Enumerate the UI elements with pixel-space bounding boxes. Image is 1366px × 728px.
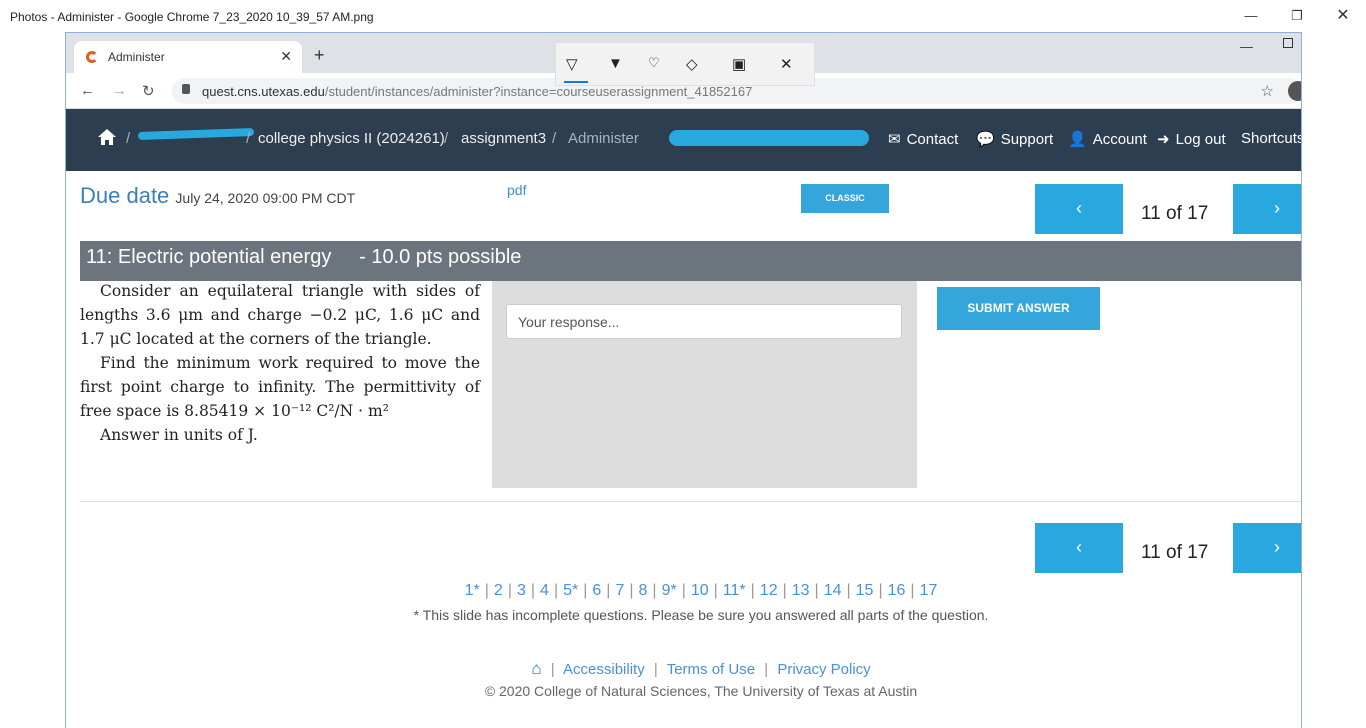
new-tab-icon[interactable]: +	[314, 45, 325, 66]
sign-out-icon: ➜	[1157, 131, 1170, 148]
browser-tab[interactable]: Administer ✕	[74, 41, 302, 73]
footer-home-icon[interactable]: ⌂	[531, 659, 541, 678]
question-number-link[interactable]: 3	[517, 582, 526, 599]
response-input[interactable]: Your response...	[506, 304, 902, 339]
question-number-link[interactable]: 15	[856, 582, 874, 599]
support-link[interactable]: 💬 Support	[976, 130, 1053, 148]
pencil-icon[interactable]: ▼	[608, 55, 623, 72]
incomplete-note: * This slide has incomplete questions. P…	[413, 607, 989, 623]
response-panel: Your response...	[492, 281, 917, 488]
back-icon[interactable]: ←	[80, 82, 95, 99]
accessibility-link[interactable]: Accessibility	[563, 661, 645, 678]
contact-link[interactable]: ✉ Contact	[888, 130, 958, 148]
quest-favicon-icon	[86, 51, 98, 63]
question-number-link[interactable]: 4	[540, 582, 549, 599]
profile-avatar[interactable]	[1288, 81, 1301, 101]
question-number-link[interactable]: 17	[920, 582, 938, 599]
chat-icon: 💬	[976, 131, 995, 148]
browser-window: Administer ✕ + — ▽ ▼ ♡ ◇ ▣ ✕ ← → ↻ quest…	[65, 32, 1302, 728]
lock-icon	[182, 84, 190, 94]
highlighter-icon[interactable]: ♡	[648, 55, 660, 71]
close-icon[interactable]: ✕	[1328, 6, 1358, 26]
question-number-link[interactable]: 12	[760, 582, 778, 599]
photos-window-title: Photos - Administer - Google Chrome 7_23…	[10, 10, 374, 24]
question-number-link[interactable]: 16	[888, 582, 906, 599]
restore-icon[interactable]: ❐	[1282, 6, 1312, 26]
question-number-link[interactable]: 2	[494, 582, 503, 599]
question-number-link[interactable]: 9*	[662, 582, 677, 599]
pager-status: 11 of 17	[1141, 203, 1209, 224]
due-date-label: Due date	[80, 183, 170, 208]
reload-icon[interactable]: ↻	[142, 82, 155, 100]
account-link[interactable]: 👤 Account	[1068, 130, 1147, 148]
redaction-scribble	[137, 127, 255, 141]
main-content: Due date July 24, 2020 09:00 PM CDT pdf …	[66, 171, 1301, 728]
logout-label: Log out	[1175, 131, 1226, 148]
question-number-link[interactable]: 11*	[723, 582, 746, 599]
classic-button[interactable]: CLASSIC	[801, 184, 889, 213]
home-icon[interactable]	[98, 129, 116, 145]
eraser-icon[interactable]: ◇	[686, 55, 698, 73]
privacy-link[interactable]: Privacy Policy	[777, 661, 870, 678]
bookmark-star-icon[interactable]: ☆	[1261, 82, 1274, 100]
save-icon[interactable]: ▣	[732, 55, 746, 73]
pager-status-bottom: 11 of 17	[1141, 542, 1209, 563]
prev-question-button[interactable]: ‹	[1035, 184, 1123, 234]
question-paragraph: Consider an equilateral triangle with si…	[80, 282, 480, 348]
submit-answer-button[interactable]: SUBMIT ANSWER	[937, 287, 1100, 330]
forward-icon[interactable]: →	[112, 82, 127, 99]
question-number-link[interactable]: 7	[615, 582, 624, 599]
url-path: /student/instances/administer?instance=c…	[324, 84, 753, 99]
question-number-link[interactable]: 14	[824, 582, 842, 599]
question-paragraph: Answer in units of J.	[100, 426, 258, 444]
browser-maximize-icon[interactable]	[1283, 38, 1293, 48]
prev-question-button-bottom[interactable]: ‹	[1035, 523, 1123, 573]
breadcrumb-current: Administer	[568, 130, 639, 147]
shortcuts-link[interactable]: Shortcuts	[1241, 130, 1301, 147]
divider	[80, 501, 1301, 502]
chevron-right-icon: ›	[1274, 537, 1280, 557]
question-number-list: 1* | 2 | 3 | 4 | 5* | 6 | 7 | 8 | 9* | 10 | 11* | 12 | 13 | 14 | 15 |…	[464, 582, 938, 599]
site-navbar: / / college physics II (2024261) / assig…	[66, 109, 1301, 171]
url-host: quest.cns.utexas.edu	[202, 84, 325, 99]
copyright: © 2020 College of Natural Sciences, The …	[484, 683, 918, 699]
breadcrumb-course[interactable]: college physics II (2024261)	[258, 130, 445, 147]
tab-close-icon[interactable]: ✕	[280, 48, 292, 65]
chevron-left-icon: ‹	[1076, 537, 1082, 557]
terms-link[interactable]: Terms of Use	[667, 661, 755, 678]
due-date: Due date July 24, 2020 09:00 PM CDT	[80, 183, 355, 209]
question-number-link[interactable]: 13	[792, 582, 810, 599]
next-question-button[interactable]: ›	[1233, 184, 1301, 234]
question-text: Consider an equilateral triangle with si…	[80, 279, 480, 447]
photos-app-titlebar: Photos - Administer - Google Chrome 7_23…	[0, 0, 1366, 32]
question-number-link[interactable]: 10	[691, 582, 709, 599]
logout-link[interactable]: ➜ Log out	[1157, 130, 1226, 148]
footer-links: ⌂ | Accessibility | Terms of Use | Priva…	[531, 659, 871, 678]
ink-toolbar: ▽ ▼ ♡ ◇ ▣ ✕	[555, 42, 815, 86]
breadcrumb-assignment[interactable]: assignment3	[461, 130, 546, 147]
chevron-left-icon: ‹	[1076, 198, 1082, 218]
account-label: Account	[1092, 131, 1147, 148]
question-number-link[interactable]: 6	[592, 582, 601, 599]
close-ink-icon[interactable]: ✕	[780, 55, 793, 73]
question-paragraph: Find the minimum work required to move t…	[80, 354, 480, 420]
envelope-icon: ✉	[888, 131, 901, 148]
contact-label: Contact	[906, 131, 959, 148]
question-number-link[interactable]: 1*	[465, 582, 480, 599]
question-header: 11: Electric potential energy - 10.0 pts…	[80, 241, 1301, 281]
question-number-link[interactable]: 5*	[563, 582, 578, 599]
browser-minimize-icon[interactable]: —	[1240, 39, 1253, 54]
tab-title: Administer	[108, 50, 165, 64]
user-icon: 👤	[1068, 131, 1087, 148]
next-question-button-bottom[interactable]: ›	[1233, 523, 1301, 573]
question-number-link[interactable]: 8	[639, 582, 648, 599]
ballpoint-pen-icon[interactable]: ▽	[566, 55, 578, 73]
support-label: Support	[1000, 131, 1054, 148]
due-date-value: July 24, 2020 09:00 PM CDT	[175, 190, 356, 206]
minimize-icon[interactable]: —	[1236, 6, 1266, 26]
selected-tool-indicator	[564, 81, 588, 83]
pdf-link[interactable]: pdf	[507, 182, 526, 198]
chevron-right-icon: ›	[1274, 198, 1280, 218]
redaction-scribble	[669, 130, 869, 146]
